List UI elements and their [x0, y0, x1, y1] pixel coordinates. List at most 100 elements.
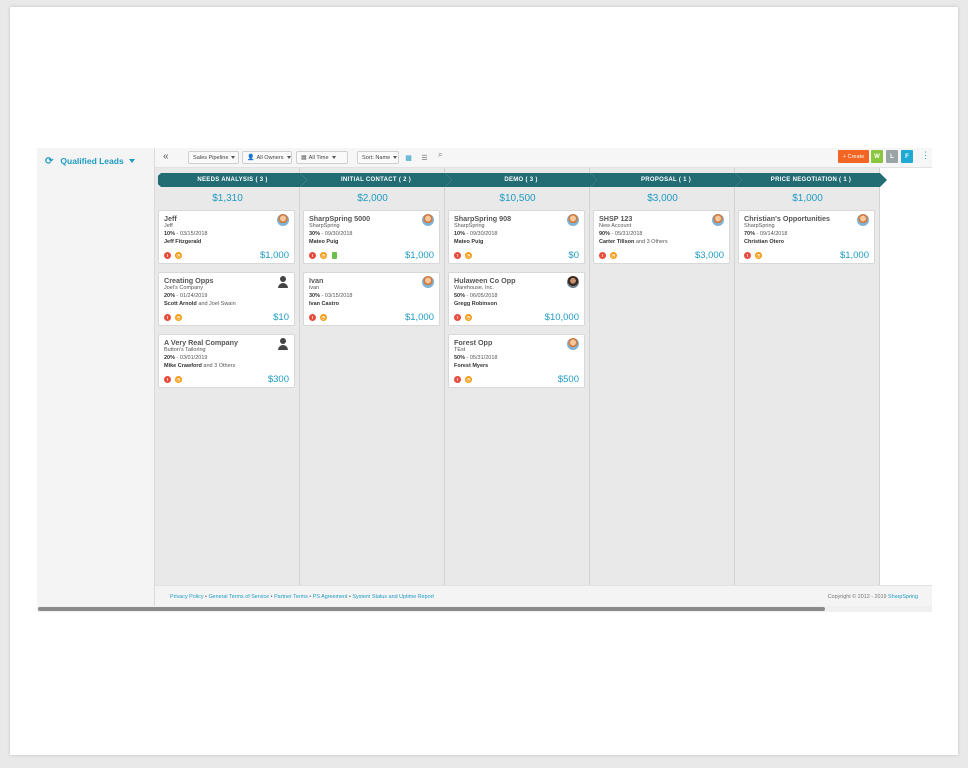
probability-date: 50% - 06/05/2018: [454, 293, 497, 299]
clock-icon[interactable]: ◷: [175, 252, 182, 259]
opportunity-card[interactable]: Jeff Jeff 10% - 03/15/2018 Jeff Fitzgerald!…: [158, 210, 295, 264]
alert-icon[interactable]: !: [309, 314, 316, 321]
document-icon[interactable]: [332, 252, 337, 259]
footer-link[interactable]: Partner Terms: [274, 594, 308, 600]
probability-date: 10% - 09/30/2018: [454, 231, 497, 237]
footer-link[interactable]: System Status and Uptime Report: [352, 594, 434, 600]
probability: 50%: [454, 355, 466, 361]
lost-button[interactable]: L: [886, 150, 898, 163]
company-name: SharpSpring: [454, 223, 485, 229]
horizontal-scrollbar[interactable]: [37, 606, 932, 612]
clock-icon[interactable]: ◷: [465, 376, 472, 383]
alert-icon[interactable]: !: [454, 376, 461, 383]
probability-date: 70% - 09/14/2018: [744, 231, 787, 237]
opportunity-card[interactable]: A Very Real Company Button's Tailoring 20%…: [158, 334, 295, 388]
avatar[interactable]: [567, 276, 579, 288]
alert-icon[interactable]: !: [454, 252, 461, 259]
clock-icon[interactable]: ◷: [320, 314, 327, 321]
opportunity-card[interactable]: Creating Opps Joel's Company 20% - 01/24/2…: [158, 272, 295, 326]
opportunity-card[interactable]: Hulaween Co Opp Warehouse, Inc. 50% - 06/0…: [448, 272, 585, 326]
time-dropdown[interactable]: ▦ All Time: [296, 151, 348, 164]
search-icon[interactable]: ⌕: [438, 150, 442, 160]
opportunity-card[interactable]: SharpSpring 908 SharpSpring 10% - 09/30/20…: [448, 210, 585, 264]
footer-link[interactable]: Privacy Policy: [170, 594, 204, 600]
opportunity-card[interactable]: SHSP 123 New Account 90% - 05/31/2018 Carte…: [593, 210, 730, 264]
opportunity-title[interactable]: Creating Opps: [164, 276, 214, 285]
list-selector[interactable]: ⟳ Qualified Leads: [45, 154, 135, 168]
opportunity-card[interactable]: SharpSpring 5000 SharpSpring 30% - 09/30/2…: [303, 210, 440, 264]
clock-icon[interactable]: ◷: [755, 252, 762, 259]
forecast-button[interactable]: F: [901, 150, 913, 163]
opportunity-title[interactable]: Forest Opp: [454, 338, 492, 347]
opportunity-card[interactable]: Forest Opp TEst 50% - 05/31/2018 Forest Mye…: [448, 334, 585, 388]
list-view-icon[interactable]: ☰: [419, 152, 430, 163]
opportunity-title[interactable]: Ivan: [309, 276, 323, 285]
probability-date: 10% - 03/15/2018: [164, 231, 207, 237]
opportunity-title[interactable]: Christian's Opportunities: [744, 214, 830, 223]
alert-icon[interactable]: !: [599, 252, 606, 259]
footer-link[interactable]: General Terms of Service: [208, 594, 269, 600]
opportunity-card[interactable]: Christian's Opportunities SharpSpring 70% …: [738, 210, 875, 264]
owner-others: and 3 Others: [201, 363, 236, 369]
clock-icon[interactable]: ◷: [175, 314, 182, 321]
stage-header[interactable]: DEMO ( 3 ): [445, 173, 597, 187]
opportunity-title[interactable]: A Very Real Company: [164, 338, 238, 347]
opportunity-title[interactable]: Hulaween Co Opp: [454, 276, 516, 285]
avatar[interactable]: [857, 214, 869, 226]
clock-icon[interactable]: ◷: [320, 252, 327, 259]
clock-icon[interactable]: ◷: [465, 314, 472, 321]
owner-name: Jeff Fitzgerald: [164, 239, 202, 245]
collapse-sidebar-icon[interactable]: «: [163, 151, 169, 162]
opportunity-card[interactable]: Ivan ivan 30% - 03/15/2018 Ivan Castro! ◷ $1,…: [303, 272, 440, 326]
clock-icon[interactable]: ◷: [175, 376, 182, 383]
avatar[interactable]: [712, 214, 724, 226]
stage-header[interactable]: PRICE NEGOTIATION ( 1 ): [735, 173, 887, 187]
brand-link[interactable]: SharpSpring: [888, 594, 918, 600]
sort-dropdown[interactable]: Sort: Name: [357, 151, 399, 164]
alert-icon[interactable]: !: [164, 376, 171, 383]
caret-down-icon: [128, 159, 135, 163]
owner-name: Forest Myers: [454, 363, 489, 369]
stage-header[interactable]: INITIAL CONTACT ( 2 ): [300, 173, 452, 187]
stage-header[interactable]: NEEDS ANALYSIS ( 3 ): [158, 173, 307, 187]
clock-icon[interactable]: ◷: [465, 252, 472, 259]
stage-header[interactable]: PROPOSAL ( 1 ): [590, 173, 742, 187]
alert-icon[interactable]: !: [744, 252, 751, 259]
avatar[interactable]: [567, 214, 579, 226]
opportunity-title[interactable]: SHSP 123: [599, 214, 632, 223]
avatar[interactable]: [422, 214, 434, 226]
alert-icon[interactable]: !: [309, 252, 316, 259]
scrollbar-thumb[interactable]: [38, 607, 825, 611]
card-actions: ! ◷: [454, 376, 472, 383]
card-actions: ! ◷: [164, 252, 182, 259]
footer-link[interactable]: PS Agreement: [313, 594, 348, 600]
owners-dropdown[interactable]: 👤 All Owners: [242, 151, 292, 164]
create-button[interactable]: + Create: [838, 150, 869, 163]
clock-icon[interactable]: ◷: [610, 252, 617, 259]
opportunity-title[interactable]: Jeff: [164, 214, 177, 223]
pipeline-dropdown[interactable]: Sales Pipeline: [188, 151, 239, 164]
avatar[interactable]: [567, 338, 579, 350]
owners-label: All Owners: [256, 154, 284, 161]
probability: 90%: [599, 231, 611, 237]
alert-icon[interactable]: !: [164, 252, 171, 259]
chevron-down-icon: [393, 156, 398, 159]
alert-icon[interactable]: !: [164, 314, 171, 321]
alert-icon[interactable]: !: [454, 314, 461, 321]
owner: Scott Arnold and Joel Swain: [164, 301, 236, 307]
avatar[interactable]: [422, 276, 434, 288]
won-button[interactable]: W: [871, 150, 883, 163]
opportunity-title[interactable]: SharpSpring 908: [454, 214, 511, 223]
avatar[interactable]: [277, 338, 289, 350]
card-actions: ! ◷: [454, 252, 472, 259]
opportunity-title[interactable]: SharpSpring 5000: [309, 214, 370, 223]
list-title: Qualified Leads: [60, 156, 124, 166]
refresh-icon[interactable]: ⟳: [45, 156, 53, 167]
avatar[interactable]: [277, 214, 289, 226]
owner-others: and Joel Swain: [196, 301, 236, 307]
company-name: Button's Tailoring: [164, 347, 206, 353]
owner: Mateo Puig: [309, 239, 338, 245]
grid-view-icon[interactable]: ▦: [403, 152, 414, 163]
avatar[interactable]: [277, 276, 289, 288]
more-options-icon[interactable]: ⋮: [921, 150, 930, 161]
